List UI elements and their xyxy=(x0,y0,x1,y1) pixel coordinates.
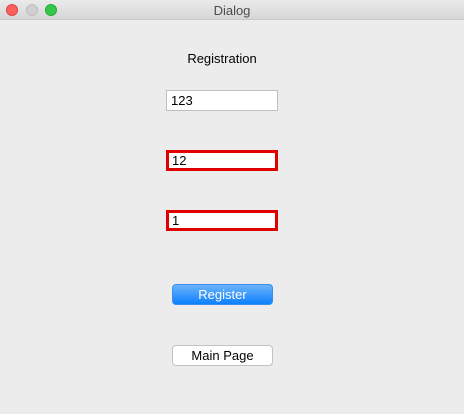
dialog-window: Dialog Registration 123 12 1 Register Ma… xyxy=(0,0,464,414)
main-page-button[interactable]: Main Page xyxy=(172,345,273,366)
registration-field-2[interactable]: 12 xyxy=(166,150,278,171)
registration-field-3[interactable]: 1 xyxy=(166,210,278,231)
title-bar[interactable]: Dialog xyxy=(0,0,464,20)
registration-field-1[interactable]: 123 xyxy=(166,90,278,111)
window-title: Dialog xyxy=(213,3,251,18)
register-button[interactable]: Register xyxy=(172,284,273,305)
registration-heading: Registration xyxy=(187,51,257,66)
